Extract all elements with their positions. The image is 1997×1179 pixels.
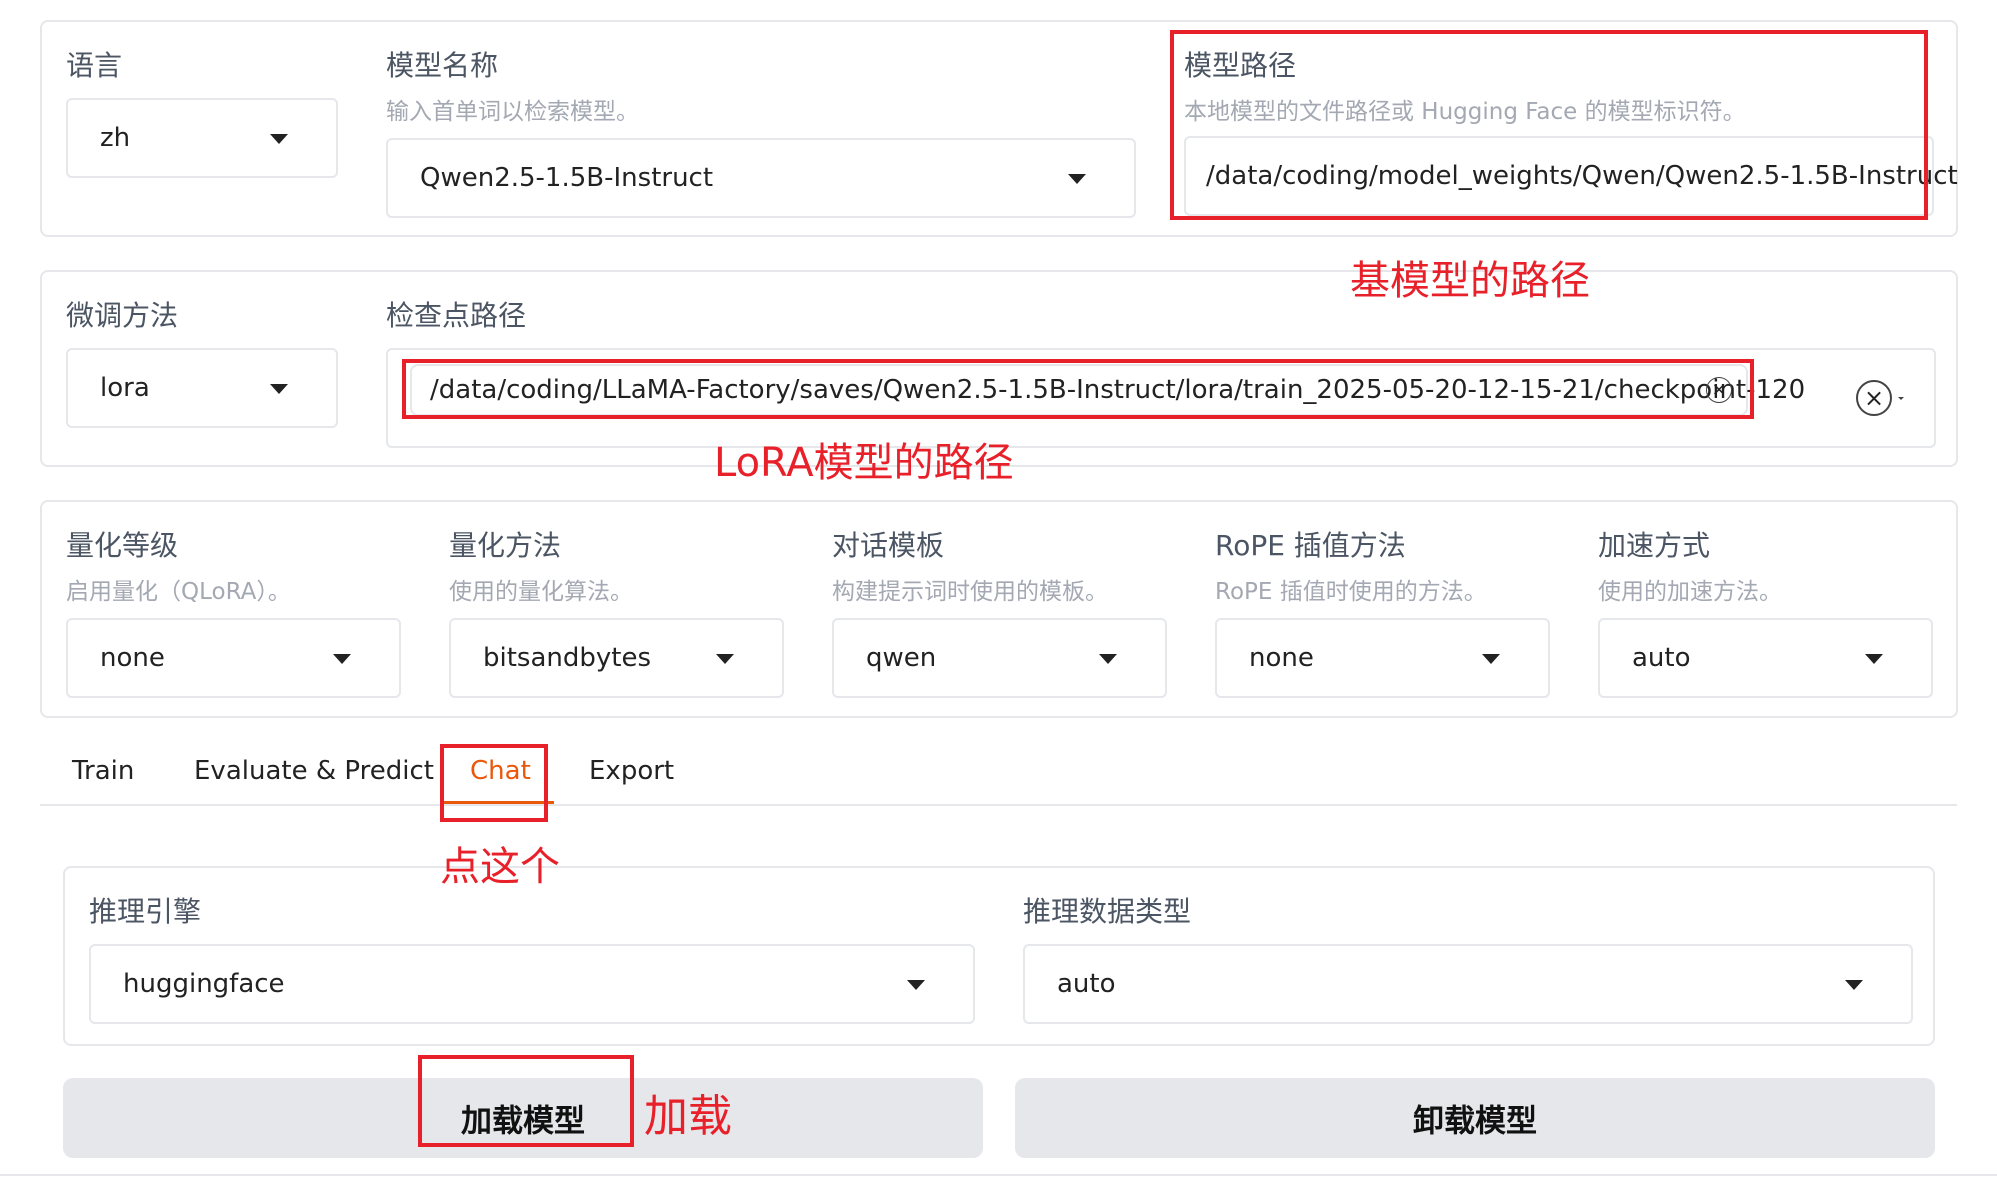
template-label: 对话模板 <box>832 529 945 562</box>
rope-label: RoPE 插值方法 <box>1215 529 1406 562</box>
dtype-label: 推理数据类型 <box>1023 895 1192 928</box>
annotation-load: 加载 <box>644 1091 732 1142</box>
annotation-base-path: 基模型的路径 <box>1350 258 1590 304</box>
booster-value: auto <box>1632 643 1691 673</box>
lang-dropdown[interactable]: zh <box>66 98 338 178</box>
dtype-dropdown[interactable]: auto <box>1023 944 1913 1024</box>
model-name-dropdown[interactable]: Qwen2.5-1.5B-Instruct <box>386 138 1136 218</box>
chevron-down-icon <box>270 384 288 394</box>
model-name-info: 输入首单词以检索模型。 <box>386 99 639 125</box>
quant-bit-label: 量化等级 <box>66 529 179 562</box>
annotation-box-chat-tab <box>440 744 548 822</box>
annotation-click-this: 点这个 <box>440 844 560 890</box>
booster-info: 使用的加速方法。 <box>1598 579 1782 605</box>
tab-evaluate-predict[interactable]: Evaluate & Predict <box>194 756 434 786</box>
clear-icon[interactable]: × <box>1856 380 1892 416</box>
booster-label: 加速方式 <box>1598 529 1711 562</box>
template-info: 构建提示词时使用的模板。 <box>832 579 1108 605</box>
quant-bit-value: none <box>100 643 165 673</box>
chevron-down-icon <box>1865 654 1883 664</box>
annotation-box-model-path <box>1170 30 1928 220</box>
rope-info: RoPE 插值时使用的方法。 <box>1215 579 1487 605</box>
lang-value: zh <box>100 123 131 153</box>
chevron-down-icon <box>716 654 734 664</box>
tab-divider <box>40 804 1957 806</box>
quant-method-label: 量化方法 <box>449 529 562 562</box>
annotation-box-checkpoint <box>402 359 1754 419</box>
template-value: qwen <box>866 643 937 673</box>
template-dropdown[interactable]: qwen <box>832 618 1167 698</box>
finetune-method-dropdown[interactable]: lora <box>66 348 338 428</box>
quant-method-value: bitsandbytes <box>483 643 652 673</box>
lang-label: 语言 <box>66 49 123 82</box>
tab-train[interactable]: Train <box>72 756 134 786</box>
annotation-lora-path: LoRA模型的路径 <box>714 440 1014 486</box>
chevron-down-icon <box>907 980 925 990</box>
chat-panel: 推理引擎 huggingface 推理数据类型 auto <box>63 866 1935 1046</box>
model-name-value: Qwen2.5-1.5B-Instruct <box>420 163 714 193</box>
backend-label: 推理引擎 <box>89 895 202 928</box>
bottom-divider <box>0 1174 1997 1176</box>
chevron-down-icon <box>1068 174 1086 184</box>
chevron-down-icon <box>270 134 288 144</box>
dtype-value: auto <box>1057 969 1116 999</box>
annotation-box-load-button <box>418 1055 634 1147</box>
chevron-down-icon <box>1482 654 1500 664</box>
backend-value: huggingface <box>123 969 285 999</box>
checkpoint-label: 检查点路径 <box>386 299 527 332</box>
rope-dropdown[interactable]: none <box>1215 618 1550 698</box>
finetune-method-label: 微调方法 <box>66 299 179 332</box>
chevron-down-icon <box>1099 654 1117 664</box>
unload-model-button[interactable]: 卸载模型 <box>1015 1078 1935 1158</box>
quant-bit-info: 启用量化（QLoRA）。 <box>66 579 291 605</box>
chevron-down-icon[interactable] <box>1898 397 1904 400</box>
model-name-label: 模型名称 <box>386 49 499 82</box>
booster-dropdown[interactable]: auto <box>1598 618 1933 698</box>
quant-method-info: 使用的量化算法。 <box>449 579 633 605</box>
backend-dropdown[interactable]: huggingface <box>89 944 975 1024</box>
advanced-panel: 量化等级 启用量化（QLoRA）。 none 量化方法 使用的量化算法。 bit… <box>40 500 1958 718</box>
chevron-down-icon <box>333 654 351 664</box>
unload-model-label: 卸载模型 <box>1413 1103 1537 1140</box>
chevron-down-icon <box>1845 980 1863 990</box>
quant-bit-dropdown[interactable]: none <box>66 618 401 698</box>
rope-value: none <box>1249 643 1314 673</box>
quant-method-dropdown[interactable]: bitsandbytes <box>449 618 784 698</box>
tab-export[interactable]: Export <box>589 756 674 786</box>
finetune-method-value: lora <box>100 373 150 403</box>
